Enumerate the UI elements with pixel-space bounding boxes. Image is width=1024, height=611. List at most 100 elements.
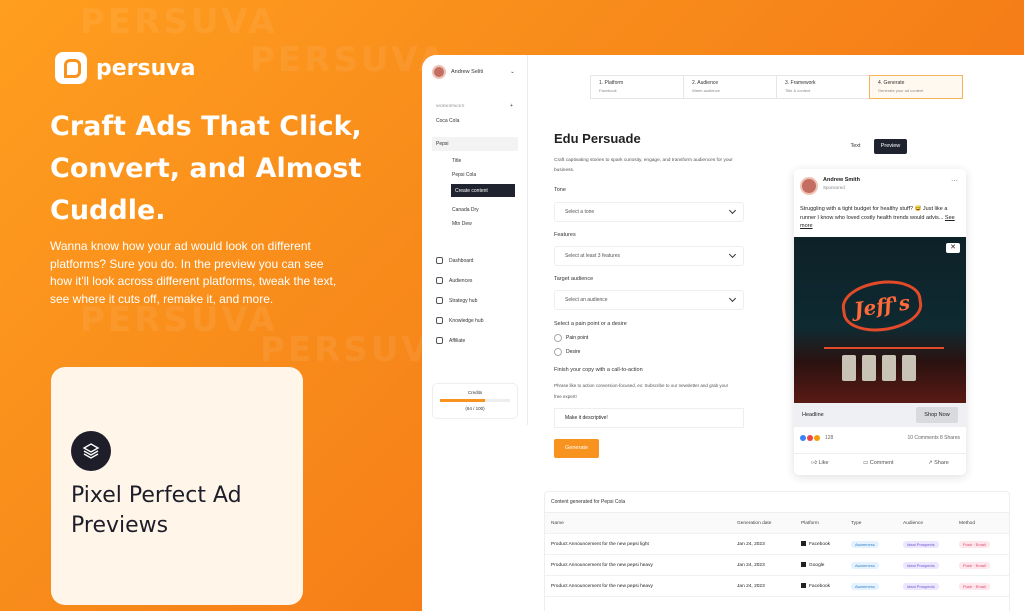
sub-item-pepsi-cola[interactable]: Pepsi Cola xyxy=(452,172,476,178)
more-icon[interactable]: ⋯ xyxy=(951,177,958,185)
nav-knowledge-hub[interactable]: Knowledge hub xyxy=(436,317,483,324)
step-title: 3. Framework xyxy=(785,80,816,86)
radio-pain-point[interactable]: Pain point xyxy=(554,334,588,342)
step-generate[interactable]: 4. Generate Generate your ad content xyxy=(869,75,963,99)
neon-sign: Jeff's xyxy=(838,275,926,337)
nav-audiences[interactable]: Audiences xyxy=(436,277,472,284)
form-title: Edu Persuade xyxy=(554,131,641,146)
step-sub: Warm audience xyxy=(692,88,720,93)
comment-icon: ▭ xyxy=(862,460,870,466)
row-name: Product Announcement for the new pepsi l… xyxy=(551,541,649,547)
workspaces-heading: WORKSPACES xyxy=(436,103,465,108)
form-description: Craft captivating stories to spark curio… xyxy=(554,158,733,173)
reactions-row: 128 10 Comments 8 Shares xyxy=(800,435,960,441)
features-select[interactable]: Select at least 3 features xyxy=(554,246,744,266)
table-row[interactable]: Product Announcement for the new pepsi h… xyxy=(545,576,1009,597)
share-button[interactable]: ↗ Share xyxy=(928,460,949,466)
hero-subtext: Wanna know how your ad would look on dif… xyxy=(50,239,337,306)
step-framework[interactable]: 3. Framework Title & content xyxy=(776,75,870,99)
column-header[interactable]: Generation date xyxy=(737,521,801,526)
cta-input[interactable]: Make it descriptive! xyxy=(554,408,744,428)
ad-image: ✕ Jeff's xyxy=(794,237,966,403)
table-row[interactable]: Product Announcement for the new pepsi h… xyxy=(545,555,1009,576)
column-header[interactable]: Method xyxy=(959,521,1009,526)
tab-text[interactable]: Text xyxy=(839,139,872,154)
step-audience[interactable]: 2. Audience Warm audience xyxy=(683,75,777,99)
haha-reaction-icon xyxy=(814,435,820,441)
shop-now-button[interactable]: Shop Now xyxy=(916,407,958,423)
type-badge: Awareness xyxy=(851,540,879,548)
users-icon xyxy=(436,337,443,344)
ad-headline: Headline xyxy=(802,412,824,418)
audience-badge: Ideal Prospects xyxy=(903,540,939,548)
credits-box: Credits (64 / 100) xyxy=(432,383,518,419)
row-date: Jan 24, 2023 xyxy=(737,583,765,589)
facebook-icon xyxy=(801,583,806,589)
share-label: Share xyxy=(934,460,949,466)
sub-item-title[interactable]: Title xyxy=(452,158,461,164)
close-icon[interactable]: ✕ xyxy=(946,243,960,253)
like-button[interactable]: 👍︎ Like xyxy=(811,460,828,466)
type-badge: Awareness xyxy=(851,582,879,590)
love-reaction-icon xyxy=(807,435,813,441)
tone-label: Tone xyxy=(554,187,566,193)
nav-strategy-hub[interactable]: Strategy hub xyxy=(436,297,477,304)
like-label: Like xyxy=(818,460,829,466)
watermark: PERSUVA xyxy=(250,40,448,80)
row-name: Product Announcement for the new pepsi h… xyxy=(551,583,653,589)
table-row[interactable]: Product Announcement for the new pepsi l… xyxy=(545,534,1009,555)
sub-item-mtn-dew[interactable]: Mtn Dew xyxy=(452,221,472,227)
row-type: Awareness xyxy=(851,540,903,548)
jar xyxy=(862,355,876,381)
facebook-ad-preview: Andrew Smith Sponsored ⋯ Struggling with… xyxy=(794,169,966,475)
radio-circle xyxy=(554,334,562,342)
features-label: Features xyxy=(554,232,576,238)
sub-item-canada-dry[interactable]: Canada Dry xyxy=(452,207,479,213)
table-header: Name Generation date Platform Type Audie… xyxy=(545,513,1009,534)
column-header[interactable]: Name xyxy=(551,521,737,526)
row-name: Product Announcement for the new pepsi h… xyxy=(551,562,653,568)
post-sponsored: Sponsored xyxy=(823,185,845,190)
nav-dashboard[interactable]: Dashboard xyxy=(436,257,473,264)
sidebar: Andrew Seliti ⌄ WORKSPACES + Coca Cola P… xyxy=(422,55,528,425)
row-audience: Ideal Prospects xyxy=(903,582,959,590)
credits-bar-fill xyxy=(440,399,485,402)
step-title: 1. Platform xyxy=(599,80,624,86)
user-menu[interactable]: Andrew Seliti ⌄ xyxy=(432,65,515,79)
audience-select[interactable]: Select an audience xyxy=(554,290,744,310)
step-platform[interactable]: 1. Platform Facebook xyxy=(590,75,684,99)
post-text: Struggling with a tight budget for healt… xyxy=(800,205,960,231)
workspace-coca-cola[interactable]: Coca Cola xyxy=(436,118,459,124)
workspace-pepsi-label: Pepsi xyxy=(436,141,449,147)
platform-label: Google xyxy=(809,562,825,568)
tone-select[interactable]: Select a tone xyxy=(554,202,744,222)
column-header[interactable]: Audience xyxy=(903,521,959,526)
column-header[interactable]: Platform xyxy=(801,521,851,526)
jar xyxy=(882,355,896,381)
persuva-logo-icon xyxy=(55,52,87,84)
row-date: Jan 24, 2023 xyxy=(737,541,765,547)
jar xyxy=(902,355,916,381)
nav-label: Dashboard xyxy=(449,257,474,264)
user-name: Andrew Seliti xyxy=(451,69,484,75)
comment-share-count: 10 Comments 8 Shares xyxy=(907,435,960,441)
step-sub: Generate your ad content xyxy=(878,88,924,93)
feature-card: Pixel Perfect Ad Previews xyxy=(51,367,303,605)
grid-icon xyxy=(436,257,443,264)
layers-icon xyxy=(71,431,111,471)
nav-label: Knowledge hub xyxy=(449,317,484,324)
column-header[interactable]: Type xyxy=(851,521,903,526)
radio-circle xyxy=(554,348,562,356)
calendar-icon xyxy=(436,277,443,284)
nav-affiliate[interactable]: Affiliate xyxy=(436,337,465,344)
generate-button[interactable]: Generate xyxy=(554,439,599,458)
radio-label: Pain point xyxy=(566,335,589,341)
radio-desire[interactable]: Desire xyxy=(554,348,580,356)
add-workspace-icon[interactable]: + xyxy=(510,103,513,109)
workspace-pepsi[interactable]: Pepsi xyxy=(432,137,518,151)
comment-button[interactable]: ▭ Comment xyxy=(863,460,894,466)
step-title: 4. Generate xyxy=(878,80,905,86)
tab-preview[interactable]: Preview xyxy=(874,139,907,154)
platform-label: Facebook xyxy=(809,583,831,589)
create-content-button[interactable]: Create content xyxy=(451,184,515,197)
